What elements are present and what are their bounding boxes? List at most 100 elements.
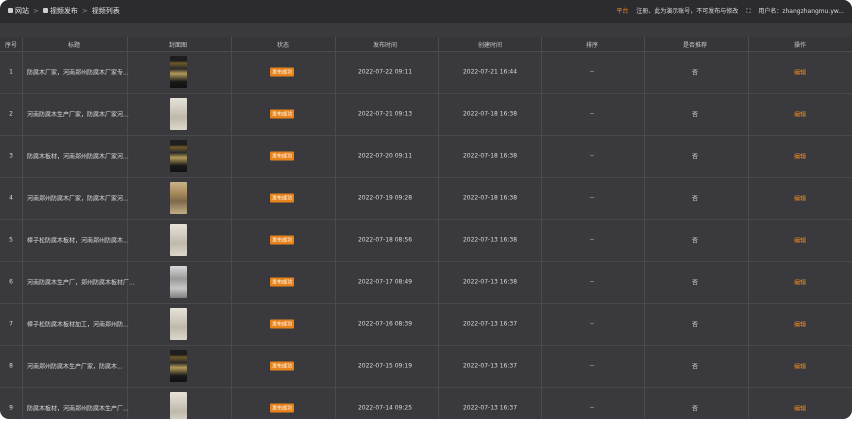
created-time: 2022-07-18 16:38 — [462, 194, 518, 202]
sort-value: -- — [589, 194, 595, 202]
publish-time: 2022-07-19 09:28 — [357, 194, 413, 202]
demo-notice: 注册、此为演示账号，不可发布与修改 — [636, 8, 739, 15]
video-icon — [42, 8, 48, 13]
status-badge: 发布成功 — [270, 403, 295, 413]
table-row: 2 河南防腐木生产厂家，防腐木厂家河... 发布成功 2022-07-21 09:13… — [0, 93, 852, 136]
row-index: 4 — [9, 194, 13, 202]
top-bar: 网站 > 视频发布 > 视频列表 平台 注册、此为演示账号，不可发布与修改 ⛶ 用户名：… — [0, 0, 852, 23]
cover-thumbnail[interactable] — [170, 56, 187, 88]
publish-time: 2022-07-20 09:11 — [357, 152, 413, 160]
row-index: 5 — [9, 236, 13, 244]
edit-link[interactable]: 编辑 — [794, 404, 806, 413]
created-time: 2022-07-13 16:37 — [462, 362, 518, 370]
breadcrumb-separator: > — [33, 7, 39, 15]
col-header: 创建时间 — [477, 42, 503, 49]
status-badge: 发布成功 — [270, 67, 295, 77]
created-time: 2022-07-18 16:38 — [462, 152, 518, 160]
publish-time: 2022-07-15 09:19 — [357, 362, 413, 370]
col-header: 状态 — [276, 42, 290, 49]
breadcrumb-item: 视频列表 — [91, 7, 120, 15]
row-title: 河南郑州防腐木厂家，防腐木厂家河... — [27, 195, 129, 203]
status-badge: 发布成功 — [270, 277, 295, 287]
status-badge: 发布成功 — [270, 235, 295, 245]
edit-link[interactable]: 编辑 — [794, 362, 806, 371]
home-icon — [8, 8, 13, 13]
table-row: 3 防腐木板材，河南郑州防腐木厂家河... 发布成功 2022-07-20 09:11… — [0, 135, 852, 178]
created-time: 2022-07-13 16:37 — [462, 404, 518, 412]
publish-time: 2022-07-16 08:39 — [357, 320, 413, 328]
sort-value: -- — [589, 404, 595, 412]
col-header: 操作 — [793, 42, 807, 49]
row-index: 3 — [9, 152, 13, 160]
edit-link[interactable]: 编辑 — [794, 152, 806, 161]
row-index: 7 — [9, 320, 13, 328]
sort-value: -- — [589, 362, 595, 370]
row-title: 河南防腐木生产厂家，防腐木厂家河... — [27, 111, 129, 119]
edit-link[interactable]: 编辑 — [794, 194, 806, 203]
created-time: 2022-07-13 16:38 — [462, 278, 518, 286]
publish-time: 2022-07-22 09:11 — [357, 68, 413, 76]
sort-value: -- — [589, 320, 595, 328]
recommend-value: 否 — [691, 69, 699, 77]
edit-link[interactable]: 编辑 — [794, 320, 806, 329]
sort-value: -- — [589, 110, 595, 118]
col-header: 序号 — [4, 42, 18, 49]
cover-thumbnail[interactable] — [170, 350, 187, 382]
edit-link[interactable]: 编辑 — [794, 68, 806, 77]
user-name[interactable]: 用户名：zhangzhangmu.yw... — [758, 8, 844, 15]
recommend-value: 否 — [691, 153, 699, 161]
row-title: 防腐木板材，河南郑州防腐木厂家河... — [27, 153, 129, 161]
row-title: 河南防腐木生产厂，郑州防腐木板材厂... — [27, 279, 135, 287]
publish-time: 2022-07-18 08:56 — [357, 236, 413, 244]
recommend-value: 否 — [691, 237, 699, 245]
platform-link[interactable]: 平台 — [616, 8, 628, 15]
recommend-value: 否 — [691, 405, 699, 413]
table-row: 7 樟子松防腐木板材加工，河南郑州防... 发布成功 2022-07-16 08:39… — [0, 303, 852, 346]
row-index: 6 — [9, 278, 13, 286]
row-index: 1 — [9, 68, 13, 76]
created-time: 2022-07-18 16:38 — [462, 110, 518, 118]
col-header: 发布时间 — [372, 42, 398, 49]
breadcrumb-separator: > — [81, 7, 88, 15]
edit-link[interactable]: 编辑 — [794, 278, 806, 287]
cover-thumbnail[interactable] — [170, 182, 187, 214]
row-title: 防腐木板材，河南郑州防腐木生产厂... — [27, 405, 129, 413]
app-window: 网站 > 视频发布 > 视频列表 平台 注册、此为演示账号，不可发布与修改 ⛶ 用户名：… — [0, 0, 852, 419]
table-row: 6 河南防腐木生产厂，郑州防腐木板材厂... 发布成功 2022-07-17 08:4… — [0, 261, 852, 304]
recommend-value: 否 — [691, 363, 699, 371]
table-row: 1 防腐木厂家，河南郑州防腐木厂家专... 发布成功 2022-07-22 09:11… — [0, 51, 852, 94]
created-time: 2022-07-13 16:38 — [462, 236, 518, 244]
breadcrumb-item[interactable]: 视频发布 — [50, 7, 78, 15]
edit-link[interactable]: 编辑 — [794, 236, 806, 245]
cover-thumbnail[interactable] — [170, 98, 187, 130]
header-right: 平台 注册、此为演示账号，不可发布与修改 ⛶ 用户名：zhangzhangmu.… — [610, 6, 844, 16]
edit-link[interactable]: 编辑 — [794, 110, 806, 119]
status-badge: 发布成功 — [270, 109, 295, 119]
recommend-value: 否 — [691, 279, 699, 287]
cover-thumbnail[interactable] — [170, 392, 187, 419]
row-index: 9 — [9, 404, 13, 412]
sort-value: -- — [589, 152, 595, 160]
recommend-value: 否 — [691, 321, 699, 329]
sort-value: -- — [589, 236, 595, 244]
breadcrumb-item[interactable]: 网站 — [15, 7, 29, 15]
publish-time: 2022-07-17 08:49 — [357, 278, 413, 286]
sort-value: -- — [589, 68, 595, 76]
row-title: 樟子松防腐木板材加工，河南郑州防... — [27, 321, 129, 329]
table-row: 4 河南郑州防腐木厂家，防腐木厂家河... 发布成功 2022-07-19 09:28… — [0, 177, 852, 220]
table-row: 8 河南郑州防腐木生产厂家，防腐木... 发布成功 2022-07-15 09:19 2… — [0, 345, 852, 388]
recommend-value: 否 — [691, 195, 699, 203]
table-row: 5 樟子松防腐木板材，河南郑州防腐木... 发布成功 2022-07-18 08:56… — [0, 219, 852, 262]
col-header: 排序 — [585, 42, 599, 49]
cover-thumbnail[interactable] — [170, 224, 187, 256]
cover-thumbnail[interactable] — [170, 308, 187, 340]
row-index: 2 — [9, 110, 13, 118]
status-badge: 发布成功 — [270, 361, 295, 371]
status-badge: 发布成功 — [270, 193, 295, 203]
col-header: 是否推荐 — [682, 42, 708, 49]
col-header: 封面图 — [168, 42, 188, 49]
fullscreen-icon[interactable]: ⛶ — [746, 8, 750, 15]
created-time: 2022-07-13 16:37 — [462, 320, 518, 328]
cover-thumbnail[interactable] — [170, 266, 187, 298]
cover-thumbnail[interactable] — [170, 140, 187, 172]
